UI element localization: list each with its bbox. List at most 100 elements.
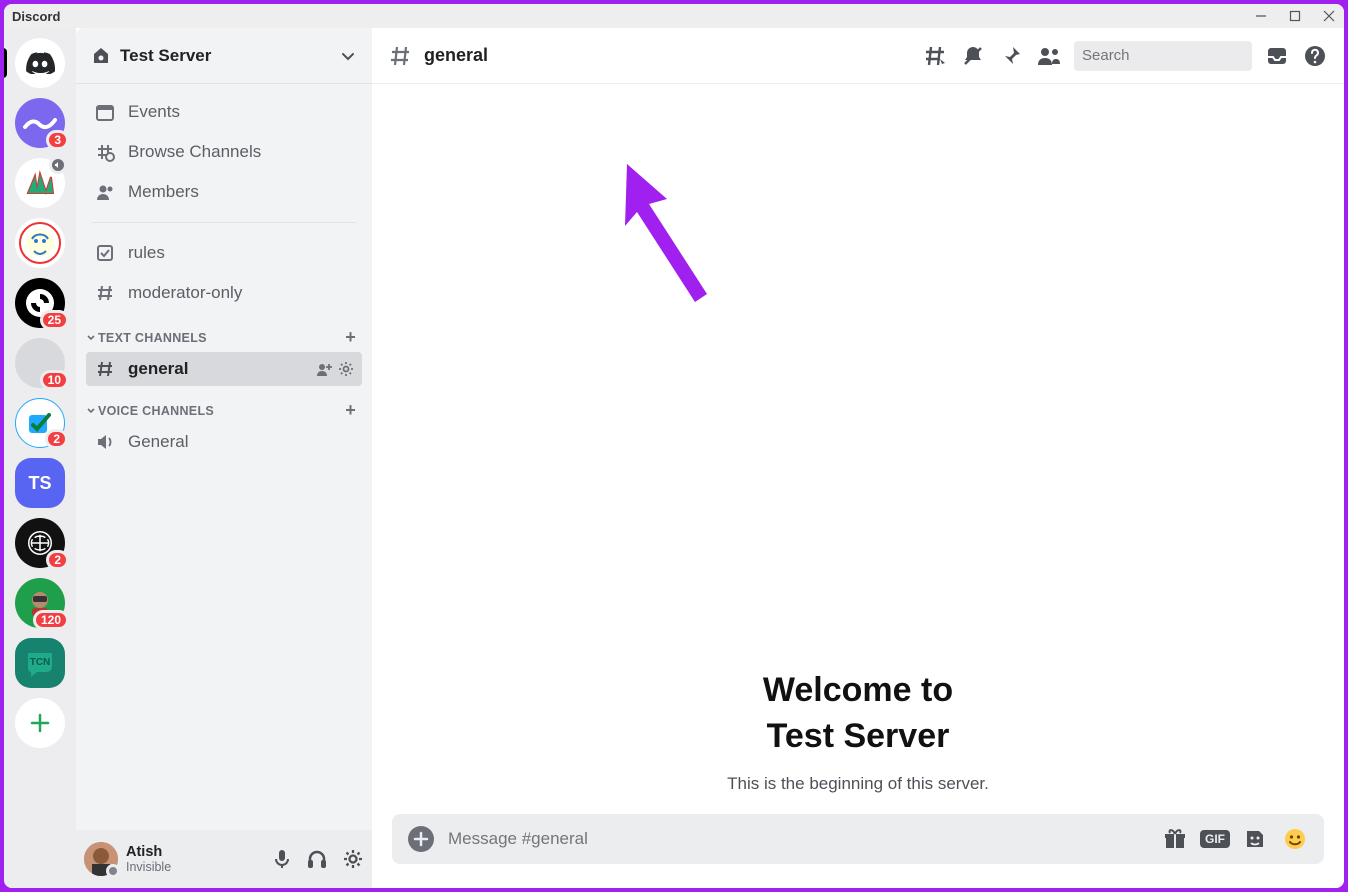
chevron-down-icon xyxy=(86,333,96,343)
inbox-button[interactable] xyxy=(1264,44,1290,68)
message-input[interactable] xyxy=(448,829,1148,849)
app-name: Discord xyxy=(12,9,60,24)
members-icon xyxy=(94,182,116,202)
notifications-button[interactable] xyxy=(960,44,986,68)
category-label: VOICE CHANNELS xyxy=(98,404,214,418)
server-item[interactable]: 10 xyxy=(15,338,65,388)
welcome-title-1: Welcome to xyxy=(763,671,953,709)
discord-logo-icon xyxy=(25,52,55,74)
add-server-button[interactable] xyxy=(15,698,65,748)
server-name: Test Server xyxy=(120,46,211,66)
welcome-subtitle: This is the beginning of this server. xyxy=(727,774,989,794)
server-item[interactable] xyxy=(15,158,65,208)
server-item[interactable] xyxy=(15,218,65,268)
server-item[interactable]: 120 xyxy=(15,578,65,628)
voice-indicator-icon xyxy=(49,156,67,174)
sidebar-item-label: Events xyxy=(128,102,180,122)
emoji-button[interactable] xyxy=(1282,827,1308,851)
channel-header: general xyxy=(372,28,1344,84)
chevron-down-icon xyxy=(86,406,96,416)
sidebar-item-label: Browse Channels xyxy=(128,142,261,162)
user-settings-button[interactable] xyxy=(342,848,364,870)
user-name: Atish xyxy=(126,844,272,860)
channel-settings-icon[interactable] xyxy=(338,361,354,377)
channel-sidebar: Test Server Events Browse Channels Membe… xyxy=(76,28,372,888)
browse-icon xyxy=(94,142,116,162)
server-badge: 10 xyxy=(40,370,69,390)
close-button[interactable] xyxy=(1322,9,1336,23)
sidebar-item-label: Members xyxy=(128,182,199,202)
rules-icon xyxy=(94,243,116,263)
sidebar-item-members[interactable]: Members xyxy=(86,172,362,212)
annotation-arrow xyxy=(617,154,767,324)
server-list: 3 25 10 2 TS xyxy=(4,28,76,888)
channel-label: general xyxy=(128,359,188,379)
server-badge: 120 xyxy=(33,610,69,630)
server-item[interactable]: 25 xyxy=(15,278,65,328)
server-item[interactable]: 2 xyxy=(15,518,65,568)
sidebar-item-browse-channels[interactable]: Browse Channels xyxy=(86,132,362,172)
sticker-button[interactable] xyxy=(1242,827,1268,851)
category-text-channels: TEXT CHANNELS + xyxy=(86,313,362,352)
server-badge: 3 xyxy=(46,130,69,150)
chat-area: general Welcome to Test Server xyxy=(372,28,1344,888)
gift-button[interactable] xyxy=(1162,827,1188,851)
category-voice-channels: VOICE CHANNELS + xyxy=(86,386,362,425)
search-box[interactable] xyxy=(1074,41,1252,71)
server-icon: TCN xyxy=(23,648,57,678)
channel-label: rules xyxy=(128,243,165,263)
category-toggle[interactable]: TEXT CHANNELS xyxy=(86,331,207,345)
channel-general[interactable]: general xyxy=(86,352,362,386)
server-badge: 2 xyxy=(46,550,69,570)
calendar-icon xyxy=(94,102,116,122)
add-channel-button[interactable]: + xyxy=(345,400,356,421)
pinned-button[interactable] xyxy=(998,44,1024,68)
server-item[interactable]: 3 xyxy=(15,98,65,148)
help-button[interactable] xyxy=(1302,44,1328,68)
server-badge: 25 xyxy=(40,310,69,330)
user-status: Invisible xyxy=(126,860,272,874)
chevron-down-icon xyxy=(340,48,356,64)
server-item[interactable]: TCN xyxy=(15,638,65,688)
channel-title: general xyxy=(424,45,488,66)
separator xyxy=(92,222,356,223)
search-input[interactable] xyxy=(1082,47,1281,64)
minimize-button[interactable] xyxy=(1254,9,1268,23)
hash-icon xyxy=(94,283,116,303)
channel-rules[interactable]: rules xyxy=(86,233,362,273)
gif-button[interactable]: GIF xyxy=(1202,827,1228,851)
server-icon xyxy=(23,168,57,198)
server-icon xyxy=(18,221,62,265)
hash-icon xyxy=(94,359,116,379)
channel-moderator-only[interactable]: moderator-only xyxy=(86,273,362,313)
speaker-icon xyxy=(94,432,116,452)
add-channel-button[interactable]: + xyxy=(345,327,356,348)
sidebar-item-events[interactable]: Events xyxy=(86,92,362,132)
mute-button[interactable] xyxy=(272,848,292,870)
category-label: TEXT CHANNELS xyxy=(98,331,207,345)
server-item-ts[interactable]: TS xyxy=(15,458,65,508)
server-badge: 2 xyxy=(45,429,68,449)
maximize-button[interactable] xyxy=(1288,9,1302,23)
titlebar: Discord xyxy=(4,4,1344,28)
category-toggle[interactable]: VOICE CHANNELS xyxy=(86,404,214,418)
server-home[interactable] xyxy=(15,38,65,88)
server-item[interactable]: 2 xyxy=(15,398,65,448)
deafen-button[interactable] xyxy=(306,848,328,870)
threads-button[interactable] xyxy=(922,44,948,68)
plus-icon xyxy=(29,712,51,734)
server-label: TS xyxy=(28,473,51,494)
status-invisible-icon xyxy=(106,864,120,878)
hash-icon xyxy=(388,44,412,68)
welcome-title-2: Test Server xyxy=(767,717,950,755)
voice-channel-general[interactable]: General xyxy=(86,425,362,459)
attach-button[interactable] xyxy=(408,826,434,852)
create-invite-icon[interactable] xyxy=(316,361,332,377)
community-icon xyxy=(92,47,110,65)
server-header[interactable]: Test Server xyxy=(76,28,372,84)
member-list-button[interactable] xyxy=(1036,44,1062,68)
message-composer: GIF xyxy=(392,814,1324,864)
user-avatar[interactable] xyxy=(84,842,118,876)
user-panel: Atish Invisible xyxy=(76,830,372,888)
channel-label: moderator-only xyxy=(128,283,242,303)
